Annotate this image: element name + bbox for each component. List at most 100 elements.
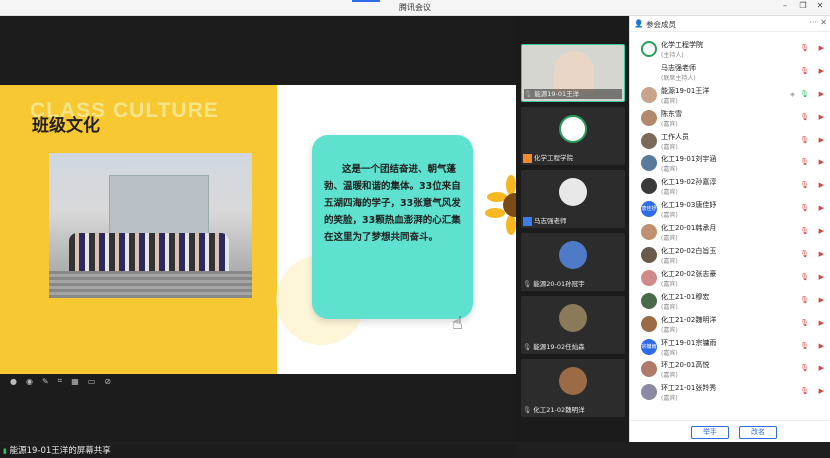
camera-off-icon[interactable]: ▶ [819,67,824,75]
participant-row[interactable]: 化工20-02白旨玉 (嘉宾) 🎙 ▶ [630,244,830,267]
video-tile[interactable]: 🎙 能源19-01王洋 [521,44,625,102]
participant-role: (嘉宾) [661,212,678,220]
camera-off-icon[interactable]: ▶ [819,319,824,327]
camera-off-icon[interactable]: ▶ [819,136,824,144]
participant-row[interactable]: 工作人员 (嘉宾) 🎙 ▶ [630,130,830,153]
participant-role: (主持人) [661,52,684,59]
mic-off-icon[interactable]: 🎙 [800,204,809,212]
camera-off-icon[interactable]: ▶ [819,387,824,395]
camera-off-icon[interactable]: ▶ [819,342,824,350]
more-options-button[interactable]: ··· [809,18,817,27]
participants-panel: 👤 参会成员 ··· ✕ 化学工程学院 (主持人) 🎙 ▶ 马志强老师 (联席主… [629,16,830,442]
participant-row[interactable]: 环工20-01高悦 (嘉宾) 🎙 ▶ [630,358,830,381]
camera-off-icon[interactable]: ▶ [819,204,824,212]
mic-off-icon[interactable]: 🎙 [800,387,809,395]
screen-share-status: ▮ 能源19-01王洋的屏幕共享 [0,445,516,458]
participant-row[interactable]: 马志强老师 (联席主持人) 🎙 ▶ [630,61,830,84]
participant-name: 化工20-02白旨玉 [661,247,717,256]
participant-list: 化学工程学院 (主持人) 🎙 ▶ 马志强老师 (联席主持人) 🎙 ▶ 能源19-… [630,38,830,404]
mic-icon: 🎙 [523,406,532,414]
participant-row[interactable]: 化工21-02魏明洋 (嘉宾) 🎙 ▶ [630,313,830,336]
participant-row[interactable]: 化工21-01穆宏 (嘉宾) 🎙 ▶ [630,290,830,313]
participant-role: (嘉宾) [661,235,678,243]
mic-on-icon[interactable]: 🎙 [800,90,809,98]
pen-icon[interactable]: ● [10,377,17,386]
avatar [641,155,657,172]
participant-role: (嘉宾) [661,143,678,151]
participant-row[interactable]: 唐佳妤 化工19-03唐佳妤 (嘉宾) 🎙 ▶ [630,198,830,221]
slide-title: 班级文化 [32,116,100,136]
mic-off-icon[interactable]: 🎙 [800,342,809,350]
video-tile[interactable]: 马志强老师 [521,170,625,228]
camera-off-icon[interactable]: ▶ [819,158,824,166]
erase-icon[interactable]: ⊘ [104,377,111,386]
participant-row[interactable]: 化工20-02张志豪 (嘉宾) 🎙 ▶ [630,267,830,290]
video-tile[interactable]: 🎙 化工21-02魏明洋 [521,359,625,417]
participant-row[interactable]: 化工19-01刘宇涵 (嘉宾) 🎙 ▶ [630,152,830,175]
mic-off-icon[interactable]: 🎙 [800,273,809,281]
participant-row[interactable]: 宗镛雨 环工19-01宗镛雨 (嘉宾) 🎙 ▶ [630,336,830,359]
comment-icon[interactable]: ▭ [88,377,96,386]
video-tile[interactable]: 🎙 能源19-02任灿森 [521,296,625,354]
mic-off-icon[interactable]: 🎙 [800,250,809,258]
participant-name: 环工19-01宗镛雨 [661,338,717,347]
pointer-hand-icon: ☝ [452,313,463,334]
camera-off-icon[interactable]: ▶ [819,296,824,304]
slide-paragraph: 这是一个团结奋进、朝气蓬勃、温暖和谐的集体。33位来自五湖四海的学子，33张意气… [324,164,461,243]
grid-icon[interactable]: ▦ [71,377,79,386]
mic-off-icon[interactable]: 🎙 [800,181,809,189]
pencil-icon[interactable]: ✎ [42,377,49,386]
raise-hand-button[interactable]: 举手 [691,426,729,439]
participant-row[interactable]: 环工21-01张羚秀 (嘉宾) 🎙 ▶ [630,381,830,404]
close-button[interactable]: ✕ [814,1,826,10]
mic-icon: 🎙 [524,90,533,98]
participant-name: 马志强老师 [661,63,696,72]
participant-row[interactable]: 能源19-01王洋 (嘉宾) ◈ 🎙 ▶ [630,84,830,107]
camera-off-icon[interactable]: ▶ [819,250,824,258]
participant-name: 化工19-03唐佳妤 [661,201,717,210]
mic-off-icon[interactable]: 🎙 [800,158,809,166]
video-tiles-column: 🎙 能源19-01王洋 化学工程学院 马志强老师 🎙 能源20-01孙冠宇 🎙 能源1… [516,16,629,442]
participant-name: 化工21-01穆宏 [661,292,710,301]
avatar [641,132,657,149]
mic-off-icon[interactable]: 🎙 [800,113,809,121]
camera-off-icon[interactable]: ▶ [819,44,824,52]
mic-off-icon[interactable]: 🎙 [800,319,809,327]
mic-off-icon[interactable]: 🎙 [800,136,809,144]
laser-icon[interactable]: ◉ [26,377,33,386]
participant-name: 工作人员 [661,132,689,141]
participant-row[interactable]: 化工19-02孙嘉淳 (嘉宾) 🎙 ▶ [630,175,830,198]
avatar [559,304,587,332]
video-tile[interactable]: 化学工程学院 [521,107,625,165]
participant-name: 陈东雪 [661,109,682,118]
tile-name: 能源19-01王洋 [534,90,580,98]
photo-steps [49,271,252,298]
mic-off-icon[interactable]: 🎙 [800,364,809,372]
camera-off-icon[interactable]: ▶ [819,227,824,235]
participant-row[interactable]: 陈东雪 (嘉宾) 🎙 ▶ [630,107,830,130]
select-icon[interactable]: ⌗ [58,376,63,386]
mic-off-icon[interactable]: 🎙 [800,44,809,52]
mic-off-icon[interactable]: 🎙 [800,296,809,304]
participant-row[interactable]: 化学工程学院 (主持人) 🎙 ▶ [630,38,830,61]
participant-role: (嘉宾) [661,120,678,128]
camera-off-icon[interactable]: ▶ [819,181,824,189]
mic-off-icon[interactable]: 🎙 [800,227,809,235]
title-bar: 腾讯会议 – ❐ ✕ [0,0,830,16]
camera-off-icon[interactable]: ▶ [819,364,824,372]
tile-name: 化工21-02魏明洋 [533,406,585,414]
video-tile[interactable]: 🎙 能源20-01孙冠宇 [521,233,625,291]
mic-off-icon[interactable]: 🎙 [800,67,809,75]
restore-button[interactable]: ❐ [797,1,809,10]
participant-name: 化工20-02张志豪 [661,269,717,278]
close-panel-button[interactable]: ✕ [820,18,827,27]
participant-role: (嘉宾) [661,326,678,334]
camera-off-icon[interactable]: ▶ [819,273,824,281]
camera-off-icon[interactable]: ▶ [819,90,824,98]
panel-footer: 举手 改名 [630,420,830,442]
participant-row[interactable]: 化工20-01韩承月 (嘉宾) 🎙 ▶ [630,221,830,244]
rename-button[interactable]: 改名 [739,426,777,439]
camera-off-icon[interactable]: ▶ [819,113,824,121]
share-status-text: 能源19-01王洋的屏幕共享 [9,446,111,456]
minimize-button[interactable]: – [779,1,791,10]
